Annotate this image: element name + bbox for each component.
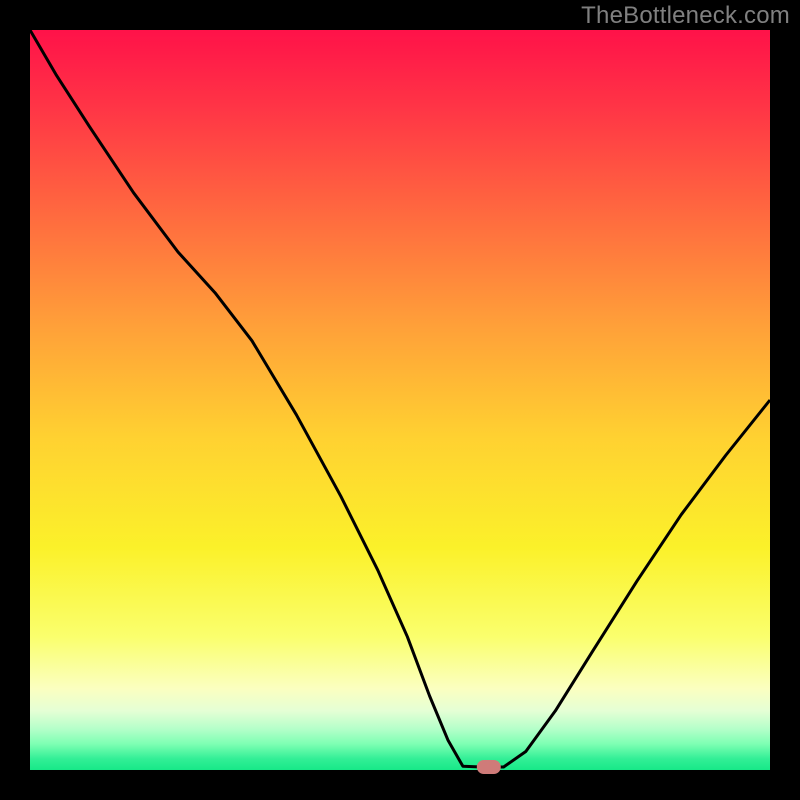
watermark-text: TheBottleneck.com (581, 2, 790, 30)
bottleneck-chart (0, 0, 800, 800)
chart-frame: TheBottleneck.com (0, 0, 800, 800)
gradient-background (30, 30, 770, 770)
optimal-marker (477, 760, 501, 774)
